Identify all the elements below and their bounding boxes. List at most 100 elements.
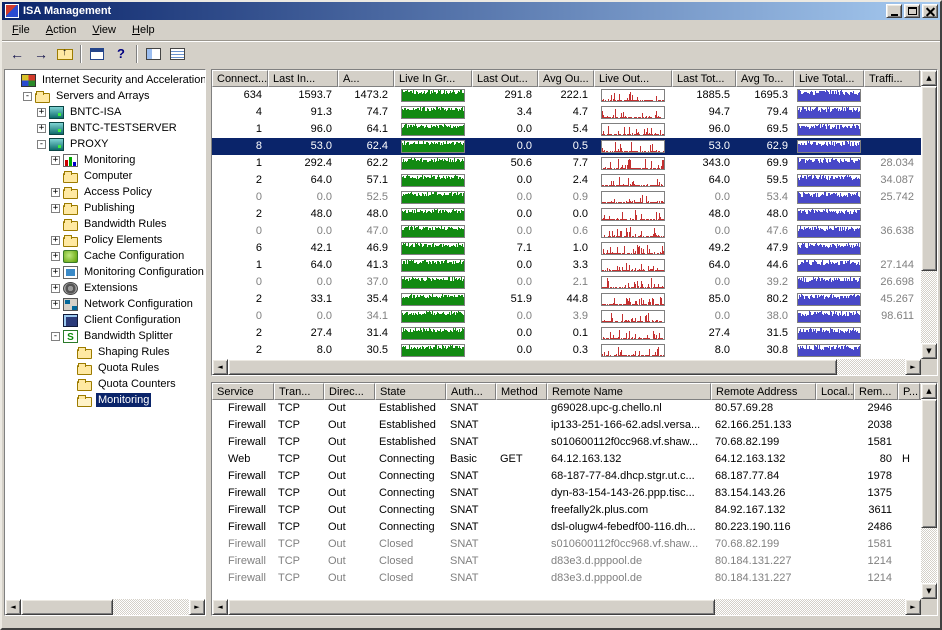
scrollbar-thumb[interactable] bbox=[228, 599, 716, 615]
column-header-tran[interactable]: Tran... bbox=[274, 383, 324, 400]
export-list-button[interactable] bbox=[165, 43, 189, 65]
scrollbar-thumb[interactable] bbox=[921, 399, 937, 528]
scrollbar-track[interactable] bbox=[921, 86, 937, 343]
session-row[interactable]: 0 0.0 34.1 0.0 3.9 0.0 38.0 98.611 bbox=[212, 308, 921, 325]
scroll-left-button[interactable] bbox=[5, 599, 21, 615]
title-bar[interactable]: ISA Management bbox=[2, 2, 940, 20]
tree-item-internet-security-and-acceleration-se[interactable]: Internet Security and Acceleration Se bbox=[5, 72, 205, 88]
connections-vertical-scrollbar[interactable] bbox=[921, 383, 937, 599]
tree-item-client-configuration[interactable]: Client Configuration bbox=[5, 312, 205, 328]
tree-item-monitoring-configuration[interactable]: + Monitoring Configuration bbox=[5, 264, 205, 280]
close-button[interactable] bbox=[922, 4, 938, 18]
scrollbar-thumb[interactable] bbox=[228, 359, 838, 375]
expand-icon[interactable]: + bbox=[51, 235, 60, 245]
session-row[interactable]: 8 53.0 62.4 0.0 0.5 53.0 62.9 bbox=[212, 138, 921, 155]
back-button[interactable] bbox=[5, 43, 29, 65]
connection-row[interactable]: Firewall TCP Out Closed SNAT d83e3.d.pppool.d… bbox=[212, 570, 921, 587]
session-row[interactable]: 0 0.0 37.0 0.0 2.1 0.0 39.2 26.698 bbox=[212, 274, 921, 291]
column-header-a[interactable]: A... bbox=[338, 70, 394, 87]
session-row[interactable]: 2 64.0 57.1 0.0 2.4 64.0 59.5 34.087 bbox=[212, 172, 921, 189]
scroll-right-button[interactable] bbox=[905, 599, 921, 615]
menu-file[interactable]: File bbox=[4, 22, 38, 38]
column-header-last-out[interactable]: Last Out... bbox=[472, 70, 538, 87]
connection-row[interactable]: Firewall TCP Out Established SNAT ip133-251-1… bbox=[212, 417, 921, 434]
sessions-vertical-scrollbar[interactable] bbox=[921, 70, 937, 359]
column-header-live-total[interactable]: Live Total... bbox=[794, 70, 864, 87]
session-row[interactable]: 1 292.4 62.2 50.6 7.7 343.0 69.9 28.034 bbox=[212, 155, 921, 172]
tree-item-bntc-testserver[interactable]: + BNTC-TESTSERVER bbox=[5, 120, 205, 136]
column-header-remote-name[interactable]: Remote Name bbox=[547, 383, 711, 400]
tree-item-cache-configuration[interactable]: + Cache Configuration bbox=[5, 248, 205, 264]
column-header-method[interactable]: Method bbox=[496, 383, 547, 400]
expand-icon[interactable]: + bbox=[51, 203, 60, 213]
session-row[interactable]: 6 42.1 46.9 7.1 1.0 49.2 47.9 bbox=[212, 240, 921, 257]
scrollbar-thumb[interactable] bbox=[921, 86, 937, 272]
properties-button[interactable] bbox=[85, 43, 109, 65]
column-header-rem[interactable]: Rem... bbox=[854, 383, 898, 400]
scroll-left-button[interactable] bbox=[212, 599, 228, 615]
scrollbar-track[interactable] bbox=[21, 599, 189, 615]
collapse-icon[interactable]: - bbox=[51, 331, 60, 341]
column-header-live-out[interactable]: Live Out... bbox=[594, 70, 672, 87]
forward-button[interactable] bbox=[29, 43, 53, 65]
tree-item-network-configuration[interactable]: + Network Configuration bbox=[5, 296, 205, 312]
connection-row[interactable]: Firewall TCP Out Connecting SNAT 68-187-77-84… bbox=[212, 468, 921, 485]
column-header-live-in-gr[interactable]: Live In Gr... bbox=[394, 70, 472, 87]
column-header-last-in[interactable]: Last In... bbox=[268, 70, 338, 87]
expand-icon[interactable]: + bbox=[37, 123, 46, 133]
session-row[interactable]: 0 0.0 47.0 0.0 0.6 0.0 47.6 36.638 bbox=[212, 223, 921, 240]
connection-row[interactable]: Firewall TCP Out Connecting SNAT freefally2k.… bbox=[212, 502, 921, 519]
tree-item-policy-elements[interactable]: + Policy Elements bbox=[5, 232, 205, 248]
column-header-direc[interactable]: Direc... bbox=[324, 383, 375, 400]
scroll-right-button[interactable] bbox=[905, 359, 921, 375]
maximize-button[interactable] bbox=[904, 4, 920, 18]
minimize-button[interactable] bbox=[886, 4, 902, 18]
menu-help[interactable]: Help bbox=[124, 22, 163, 38]
tree-item-servers-and-arrays[interactable]: - Servers and Arrays bbox=[5, 88, 205, 104]
show-tree-button[interactable] bbox=[141, 43, 165, 65]
session-row[interactable]: 4 91.3 74.7 3.4 4.7 94.7 79.4 bbox=[212, 104, 921, 121]
help-button[interactable] bbox=[109, 43, 133, 65]
session-row[interactable]: 634 1593.7 1473.2 291.8 222.1 1885.5 1695.3 bbox=[212, 87, 921, 104]
menu-action[interactable]: Action bbox=[38, 22, 85, 38]
column-header-auth[interactable]: Auth... bbox=[446, 383, 496, 400]
session-row[interactable]: 1 96.0 64.1 0.0 5.4 96.0 69.5 bbox=[212, 121, 921, 138]
connection-row[interactable]: Firewall TCP Out Established SNAT g69028.upc-… bbox=[212, 400, 921, 417]
tree-horizontal-scrollbar[interactable] bbox=[5, 599, 205, 615]
column-header-p[interactable]: P... bbox=[898, 383, 920, 400]
column-header-last-tot[interactable]: Last Tot... bbox=[672, 70, 736, 87]
expand-icon[interactable]: + bbox=[51, 283, 60, 293]
scroll-down-button[interactable] bbox=[921, 343, 937, 359]
tree-item-bandwidth-splitter[interactable]: - Bandwidth Splitter bbox=[5, 328, 205, 344]
expand-icon[interactable]: + bbox=[51, 251, 60, 261]
session-row[interactable]: 1 64.0 41.3 0.0 3.3 64.0 44.6 27.144 bbox=[212, 257, 921, 274]
column-header-remote-address[interactable]: Remote Address bbox=[711, 383, 816, 400]
column-header-traffi[interactable]: Traffi... bbox=[864, 70, 920, 87]
connection-row[interactable]: Firewall TCP Out Connecting SNAT dsl-olugw4-f… bbox=[212, 519, 921, 536]
tree-item-bandwidth-rules[interactable]: Bandwidth Rules bbox=[5, 216, 205, 232]
tree-item-proxy[interactable]: - PROXY bbox=[5, 136, 205, 152]
column-header-connect[interactable]: Connect... bbox=[212, 70, 268, 87]
tree-item-monitoring[interactable]: + Monitoring bbox=[5, 152, 205, 168]
tree-item-monitoring[interactable]: Monitoring bbox=[5, 392, 205, 408]
connection-row[interactable]: Firewall TCP Out Connecting SNAT dyn-83-154-1… bbox=[212, 485, 921, 502]
sessions-horizontal-scrollbar[interactable] bbox=[212, 359, 921, 375]
session-row[interactable]: 2 48.0 48.0 0.0 0.0 48.0 48.0 bbox=[212, 206, 921, 223]
expand-icon[interactable]: + bbox=[37, 107, 46, 117]
column-header-avg-to[interactable]: Avg To... bbox=[736, 70, 794, 87]
tree-item-publishing[interactable]: + Publishing bbox=[5, 200, 205, 216]
expand-icon[interactable]: + bbox=[51, 299, 60, 309]
collapse-icon[interactable]: - bbox=[37, 139, 46, 149]
menu-view[interactable]: View bbox=[84, 22, 124, 38]
scrollbar-track[interactable] bbox=[228, 599, 905, 615]
connection-row[interactable]: Firewall TCP Out Established SNAT s010600112f… bbox=[212, 434, 921, 451]
session-row[interactable]: 0 0.0 52.5 0.0 0.9 0.0 53.4 25.742 bbox=[212, 189, 921, 206]
scrollbar-track[interactable] bbox=[228, 359, 905, 375]
expand-icon[interactable]: + bbox=[51, 267, 60, 277]
connection-row[interactable]: Web TCP Out Connecting Basic GET 64.12.163.132… bbox=[212, 451, 921, 468]
scroll-up-button[interactable] bbox=[921, 383, 937, 399]
tree-item-shaping-rules[interactable]: Shaping Rules bbox=[5, 344, 205, 360]
session-row[interactable]: 2 27.4 31.4 0.0 0.1 27.4 31.5 bbox=[212, 325, 921, 342]
up-folder-button[interactable] bbox=[53, 43, 77, 65]
tree-item-quota-counters[interactable]: Quota Counters bbox=[5, 376, 205, 392]
